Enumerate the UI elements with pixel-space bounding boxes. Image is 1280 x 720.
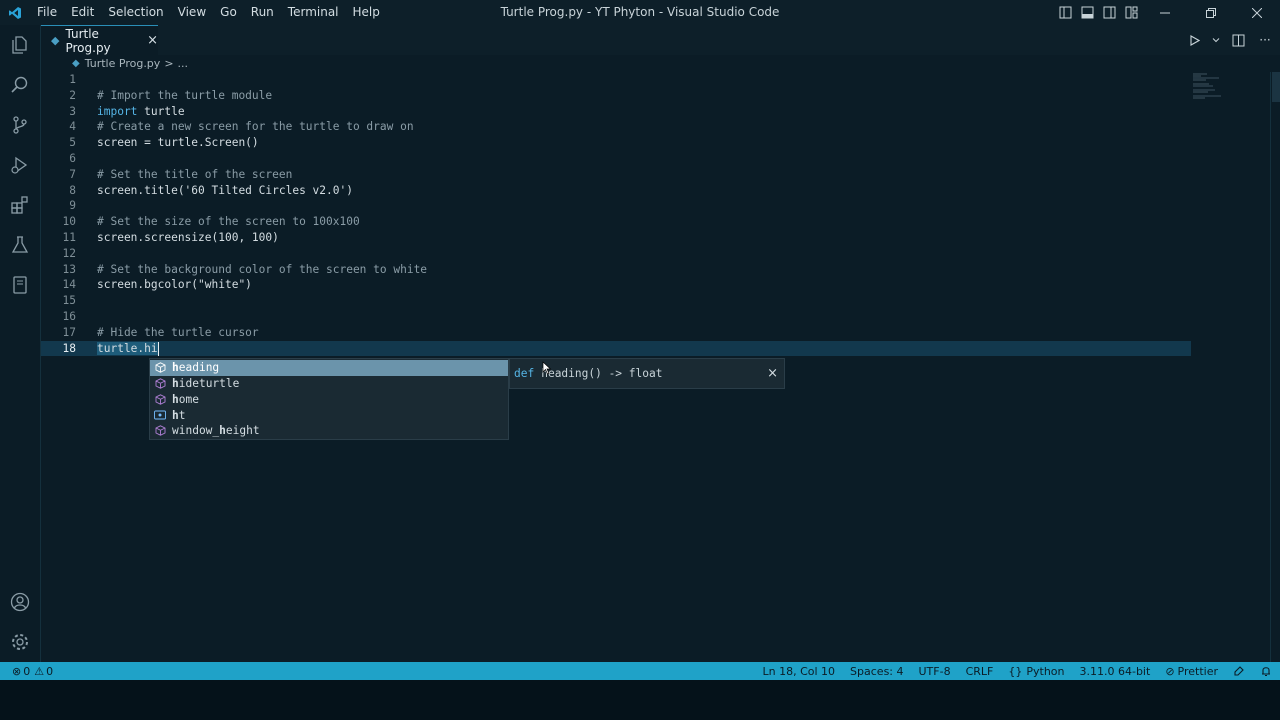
- breadcrumb-symbols[interactable]: ...: [178, 57, 189, 70]
- scroll-thumb[interactable]: [1272, 72, 1280, 102]
- cursor-position[interactable]: Ln 18, Col 10: [762, 665, 835, 678]
- search-icon[interactable]: [8, 73, 32, 97]
- accounts-icon[interactable]: [8, 590, 32, 614]
- suggestion-item[interactable]: h ideturtle: [150, 376, 508, 392]
- feedback-icon[interactable]: [1233, 665, 1245, 677]
- close-tab-icon[interactable]: ×: [147, 33, 158, 48]
- toggle-secondary-sidebar-icon[interactable]: [1098, 0, 1120, 25]
- code-line: 1: [69, 73, 76, 86]
- code-line: 5 screen = turtle.Screen(): [69, 136, 259, 150]
- suggestion-item[interactable]: h eading: [150, 360, 508, 376]
- code-line: 17 # Hide the turtle cursor: [62, 325, 259, 339]
- close-detail-icon[interactable]: ×: [767, 366, 778, 381]
- warning-icon: ⚠: [34, 664, 45, 678]
- code-line: 14 screen.bgcolor("white"): [62, 278, 252, 292]
- variable-icon: [154, 409, 166, 421]
- breadcrumb: ◆ Turtle Prog.py > ...: [41, 55, 1280, 72]
- problems-indicator[interactable]: ⊗ 0 ⚠ 0: [12, 665, 53, 678]
- braces-icon: {}: [1008, 664, 1023, 678]
- suggestion-item[interactable]: window_ h eight: [150, 423, 508, 439]
- testing-icon[interactable]: [8, 233, 32, 257]
- prettier-status[interactable]: ⊘ Prettier: [1165, 665, 1218, 678]
- method-cube-icon: [154, 425, 166, 437]
- current-code-line: 18 turtle.hi: [41, 340, 1191, 357]
- method-cube-icon: [154, 393, 166, 405]
- menu-help[interactable]: Help: [346, 0, 387, 25]
- menu-file[interactable]: File: [30, 0, 64, 25]
- suggestion-item[interactable]: h ome: [150, 392, 508, 408]
- menu-bar: File Edit Selection View Go Run Terminal…: [30, 0, 387, 25]
- customize-layout-icon[interactable]: [1120, 0, 1142, 25]
- method-cube-icon: [154, 362, 166, 374]
- minimap[interactable]: [1193, 72, 1233, 112]
- breadcrumb-file[interactable]: Turtle Prog.py: [85, 57, 161, 70]
- title-bar: File Edit Selection View Go Run Terminal…: [0, 0, 1280, 25]
- menu-go[interactable]: Go: [213, 0, 244, 25]
- run-python-file-icon[interactable]: [1184, 25, 1204, 55]
- extensions-icon[interactable]: [8, 193, 32, 217]
- double-check-icon: ⊘: [1165, 664, 1175, 678]
- status-bar: ⊗ 0 ⚠ 0 Ln 18, Col 10 Spaces: 4 UTF-8 CR…: [0, 662, 1280, 680]
- split-editor-icon[interactable]: [1228, 25, 1248, 55]
- source-control-icon[interactable]: [8, 113, 32, 137]
- vscode-logo-icon: [0, 0, 30, 25]
- code-line: 10 # Set the size of the screen to 100x10…: [62, 215, 360, 229]
- bottom-strip: [0, 680, 1280, 720]
- editor-tabs: ◆ Turtle Prog.py × ···: [41, 25, 1280, 55]
- tab-label: Turtle Prog.py: [65, 26, 111, 55]
- vertical-scrollbar[interactable]: [1270, 72, 1280, 662]
- run-and-debug-icon[interactable]: [8, 153, 32, 177]
- toggle-primary-sidebar-icon[interactable]: [1054, 0, 1076, 25]
- explorer-icon[interactable]: [8, 33, 32, 57]
- minimize-button[interactable]: [1142, 0, 1188, 25]
- python-file-icon: ◆: [51, 34, 60, 47]
- activity-bar: [0, 25, 41, 662]
- code-line: 8 screen.title('60 Tilted Circles v2.0'): [69, 183, 353, 197]
- code-line: 2 # Import the turtle module: [69, 88, 273, 102]
- more-actions-icon[interactable]: ···: [1250, 25, 1280, 55]
- code-line: 3 import turtle: [69, 104, 185, 118]
- suggestion-item[interactable]: ht: [150, 407, 508, 423]
- menu-edit[interactable]: Edit: [64, 0, 101, 25]
- method-cube-icon: [154, 378, 166, 390]
- indentation[interactable]: Spaces: 4: [850, 665, 903, 678]
- code-line: 4 # Create a new screen for the turtle to…: [69, 120, 414, 134]
- end-of-line[interactable]: CRLF: [966, 665, 994, 678]
- menu-run[interactable]: Run: [244, 0, 281, 25]
- settings-gear-icon[interactable]: [8, 630, 32, 654]
- menu-selection[interactable]: Selection: [101, 0, 170, 25]
- tab-turtle-prog[interactable]: ◆ Turtle Prog.py ×: [41, 25, 158, 55]
- code-line: 6: [69, 152, 76, 165]
- code-line: 9: [69, 199, 76, 213]
- toggle-panel-icon[interactable]: [1076, 0, 1098, 25]
- encoding[interactable]: UTF-8: [919, 665, 951, 678]
- code-line: 16: [62, 310, 76, 323]
- code-line: 13 # Set the background color of the scre…: [62, 262, 428, 276]
- close-window-button[interactable]: [1234, 0, 1280, 25]
- restore-button[interactable]: [1188, 0, 1234, 25]
- code-line: 12: [62, 246, 76, 260]
- remote-explorer-icon[interactable]: [8, 273, 32, 297]
- language-mode[interactable]: {} Python: [1008, 665, 1064, 678]
- code-line: 7 # Set the title of the screen: [69, 167, 293, 181]
- text-cursor: [157, 341, 159, 356]
- code-line: 11 screen.screensize(100, 100): [62, 231, 279, 244]
- mouse-pointer-icon: [542, 361, 552, 375]
- menu-view[interactable]: View: [171, 0, 213, 25]
- python-interpreter[interactable]: 3.11.0 64-bit: [1080, 665, 1151, 678]
- autocomplete-suggestions: h eading h ideturtle h ome ht window_ h eight: [149, 358, 509, 440]
- notifications-bell-icon[interactable]: [1260, 665, 1272, 677]
- code-line: 15: [62, 294, 76, 308]
- run-dropdown-chevron-icon[interactable]: [1206, 25, 1226, 55]
- menu-terminal[interactable]: Terminal: [281, 0, 346, 25]
- error-icon: ⊗: [12, 664, 22, 678]
- signature: heading() -> float: [541, 367, 663, 380]
- breadcrumb-separator: >: [164, 57, 174, 70]
- python-file-icon: ◆: [72, 58, 80, 69]
